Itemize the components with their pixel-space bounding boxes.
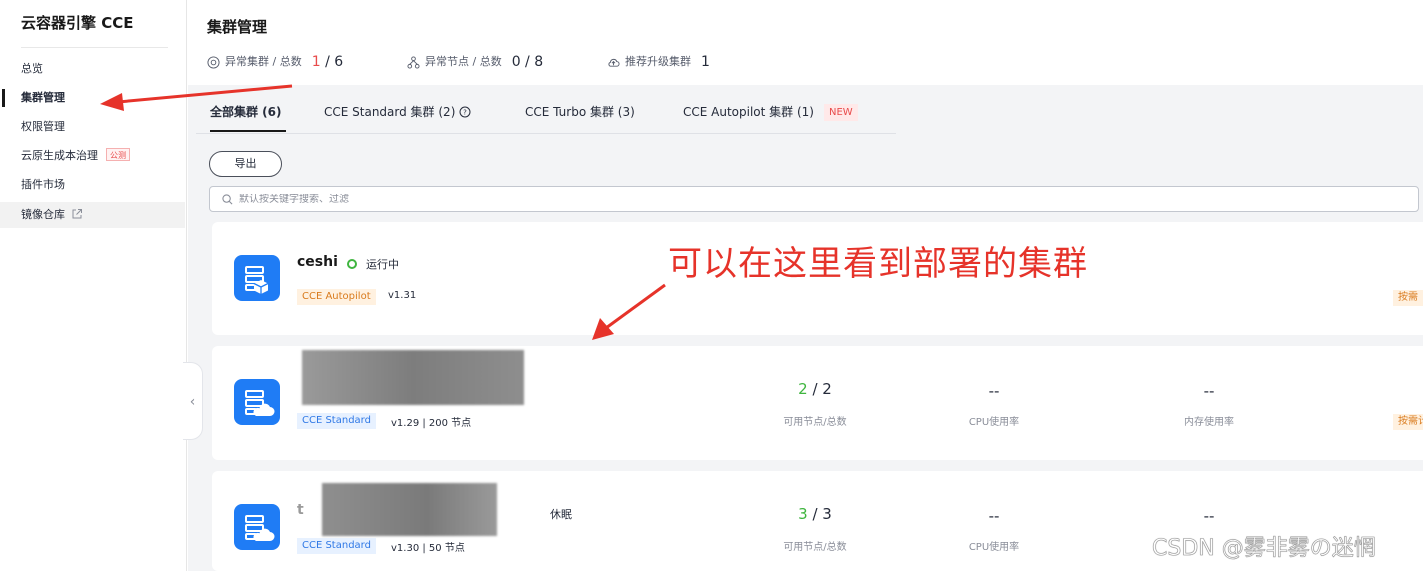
cluster-name-prefix: t (297, 502, 304, 518)
cluster-type-tag: CCE Standard (297, 413, 376, 429)
sidebar-item-label: 镜像仓库 (21, 208, 65, 221)
cluster-tabs: 全部集群 (6) CCE Standard 集群 (2) ? CCE Turbo… (196, 95, 896, 135)
tab-all-clusters[interactable]: 全部集群 (6) (210, 103, 282, 120)
tab-cce-turbo[interactable]: CCE Turbo 集群 (3) (525, 103, 635, 120)
nodes-label: 可用节点/总数 (783, 542, 847, 553)
memory-label: 内存使用率 (1184, 417, 1234, 428)
status-text: 运行中 (366, 258, 399, 271)
memory-value: -- (1203, 382, 1215, 400)
cluster-status: 休眠 (550, 508, 572, 521)
nodes-value: 2 / 2 (798, 380, 832, 398)
total-count: 6 (334, 54, 344, 70)
cluster-icon (207, 55, 220, 69)
cluster-standard-icon (234, 504, 280, 550)
page-title: 集群管理 (207, 18, 268, 36)
redacted-cluster-name (322, 483, 497, 536)
new-badge: NEW (823, 104, 858, 121)
total-nodes: 2 (822, 380, 832, 398)
total-nodes: 3 (822, 505, 832, 523)
search-bar[interactable] (209, 186, 1419, 212)
stat-value: 1 / 6 (311, 54, 344, 70)
sidebar-item-cluster-management[interactable]: 集群管理 (0, 85, 185, 111)
cluster-name[interactable]: ceshi (297, 254, 338, 270)
nodes-value: 3 / 3 (798, 505, 832, 523)
cluster-version: v1.31 (388, 290, 417, 301)
export-button[interactable]: 导出 (209, 151, 282, 177)
sidebar-item-label: 插件市场 (21, 178, 65, 191)
sidebar-item-label: 权限管理 (21, 120, 65, 133)
tab-label: CCE Standard 集群 (2) (324, 105, 456, 119)
stat-upgrade-recommended: 推荐升级集群 1 (607, 52, 710, 72)
sidebar-item-label: 集群管理 (21, 91, 65, 104)
cluster-version: v1.30 | 50 节点 (391, 543, 465, 554)
svg-text:?: ? (463, 109, 467, 117)
billing-tag: 按需计 (1393, 414, 1423, 430)
cloud-upgrade-icon (608, 58, 620, 67)
billing-tag: 按需 (1393, 290, 1423, 306)
watermark: CSDN @雾非雾の迷惘 (1152, 536, 1376, 562)
cpu-label: CPU使用率 (968, 417, 1020, 428)
sidebar-item-label: 云原生成本治理 (21, 149, 98, 162)
sidebar-title: 云容器引擎 CCE (21, 14, 134, 32)
cluster-type-tag: CCE Standard (297, 538, 376, 554)
cluster-standard-icon (234, 379, 280, 425)
sidebar-item-permissions[interactable]: 权限管理 (0, 114, 185, 140)
tabs-divider (196, 133, 896, 134)
available-nodes: 3 (798, 505, 808, 523)
cpu-value: -- (988, 507, 1000, 525)
cpu-value: -- (988, 382, 1000, 400)
cluster-version: v1.29 | 200 节点 (391, 418, 472, 429)
sidebar: 云容器引擎 CCE 总览 集群管理 权限管理 云原生成本治理 公测 插件市场 镜像… (0, 0, 187, 571)
sidebar-item-image-repo[interactable]: 镜像仓库 (0, 202, 185, 228)
tab-cce-autopilot[interactable]: CCE Autopilot 集群 (1) NEW (683, 103, 858, 121)
active-tab-indicator (210, 130, 286, 132)
stat-abnormal-clusters: 异常集群 / 总数 1 / 6 (207, 52, 343, 72)
stat-label: 异常节点 / 总数 (425, 55, 502, 68)
available-nodes: 2 (798, 380, 808, 398)
tab-cce-standard[interactable]: CCE Standard 集群 (2) ? (324, 103, 471, 120)
stat-label: 异常集群 / 总数 (225, 55, 302, 68)
abnormal-count: 1 (311, 54, 321, 70)
help-icon[interactable]: ? (459, 106, 471, 118)
memory-value: -- (1203, 507, 1215, 525)
running-status-icon (347, 259, 357, 269)
redacted-cluster-name (302, 350, 524, 405)
annotation-text: 可以在这里看到部署的集群 (668, 244, 1088, 284)
stat-value: 0 / 8 (511, 54, 544, 70)
tab-label: CCE Autopilot 集群 (1) (683, 105, 814, 119)
nodes-label: 可用节点/总数 (783, 417, 847, 428)
cluster-status: 运行中 (347, 256, 399, 272)
cluster-type-tag: CCE Autopilot (297, 289, 376, 305)
stat-value: 1 (701, 54, 710, 70)
sidebar-item-label: 总览 (21, 62, 43, 75)
external-link-icon (72, 209, 82, 219)
search-icon (222, 193, 233, 204)
cluster-autopilot-icon (234, 255, 280, 301)
stat-label: 推荐升级集群 (625, 55, 691, 68)
chevron-left-icon: ‹ (189, 394, 196, 410)
sidebar-item-cost-governance[interactable]: 云原生成本治理 公测 (0, 143, 185, 169)
sidebar-item-addon-market[interactable]: 插件市场 (0, 172, 185, 198)
cluster-card[interactable]: CCE Standard v1.29 | 200 节点 2 / 2 可用节点/总… (212, 346, 1423, 460)
search-input[interactable] (239, 193, 1339, 205)
sidebar-collapse-handle[interactable]: ‹ (183, 362, 203, 440)
beta-badge: 公测 (106, 148, 130, 161)
stat-abnormal-nodes: 异常节点 / 总数 0 / 8 (407, 52, 543, 72)
sidebar-divider (21, 47, 168, 48)
sidebar-item-overview[interactable]: 总览 (0, 56, 185, 82)
node-icon (407, 55, 420, 69)
cpu-label: CPU使用率 (968, 542, 1020, 553)
